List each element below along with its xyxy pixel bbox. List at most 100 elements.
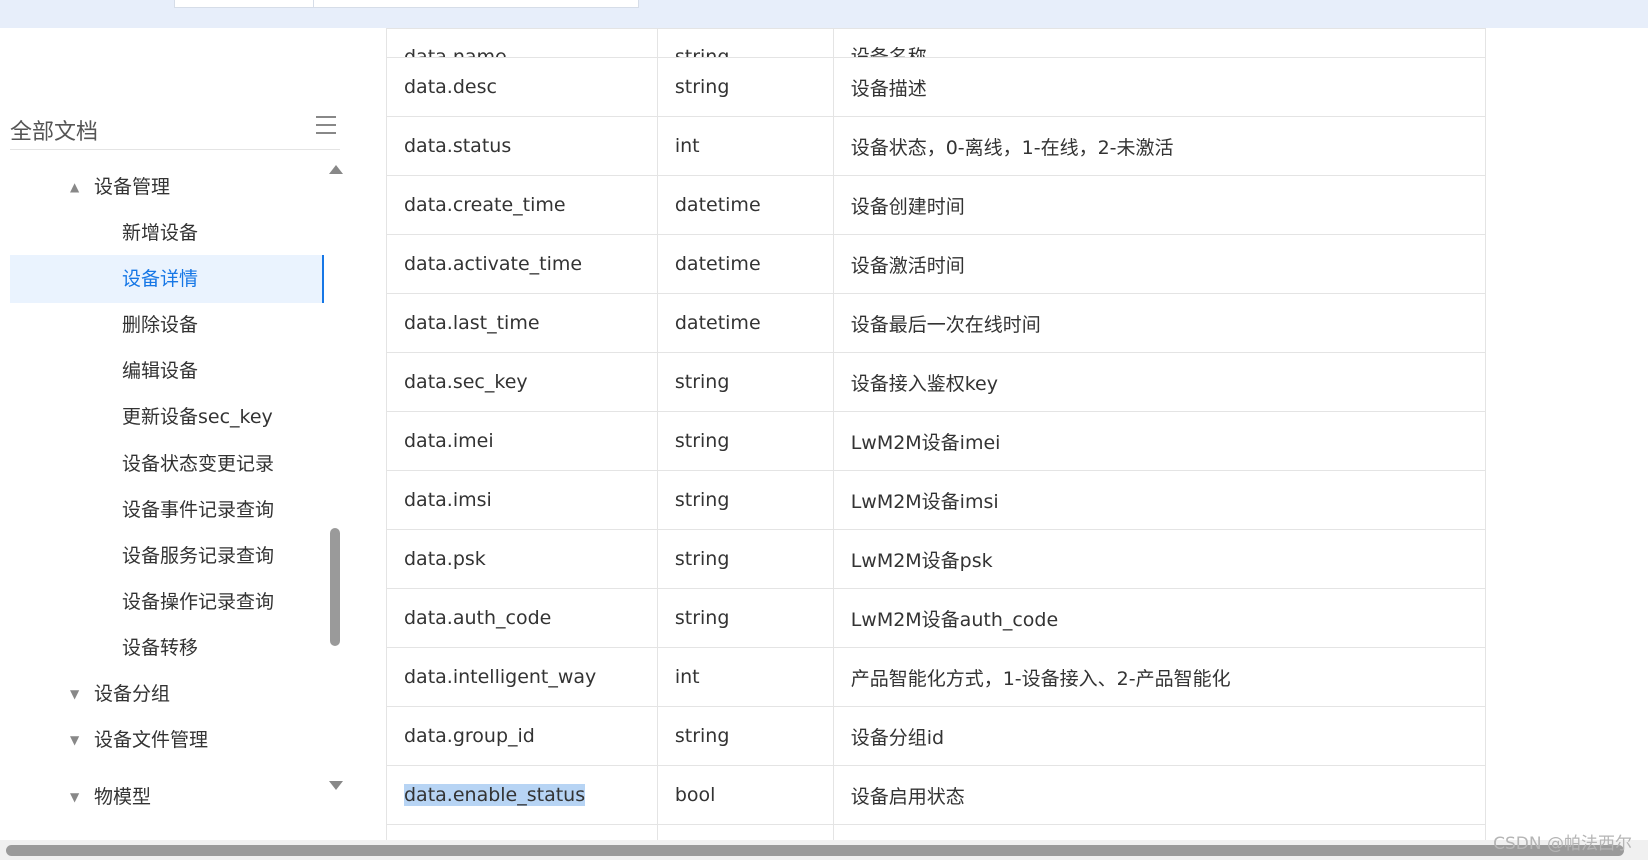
caret-down-icon[interactable]: ▼ — [70, 773, 79, 813]
param-type-cell: string — [656, 28, 834, 58]
watermark: CSDN @帕法西尔 — [1493, 834, 1632, 854]
param-type-cell: datetime — [656, 293, 834, 353]
param-desc-cell: 产品智能化方式，1-设备接入、2-产品智能化 — [832, 647, 1486, 707]
param-desc-cell: 设备创建时间 — [832, 175, 1486, 235]
sidebar-scrollbar[interactable] — [326, 163, 344, 813]
tree-node-event-records[interactable]: 设备事件记录查询 — [10, 486, 324, 534]
tree-node-device-transfer[interactable]: 设备转移 — [10, 624, 324, 672]
sidebar-header: 全部文档 — [10, 100, 340, 150]
tree-node-label: 物模型 — [94, 786, 152, 808]
toolbar-field[interactable] — [174, 0, 314, 8]
tree-node-device-groups[interactable]: ▼ 设备分组 — [10, 670, 324, 718]
tree-node-service-records[interactable]: 设备服务记录查询 — [10, 532, 324, 580]
param-name-cell: data.enable_status — [386, 765, 658, 825]
param-type-cell: string — [656, 57, 834, 117]
param-name-cell: data.status — [386, 116, 658, 176]
toolbar-search-field[interactable] — [313, 0, 639, 8]
param-name-cell — [386, 824, 658, 840]
top-toolbar — [0, 0, 1648, 28]
caret-down-icon[interactable]: ▼ — [70, 670, 79, 718]
table-row: data.last_time datetime 设备最后一次在线时间 — [386, 293, 1486, 353]
param-desc-cell: 设备名称 — [832, 28, 1486, 58]
param-desc-cell: 设备激活时间 — [832, 234, 1486, 294]
table-row: data.imsi string LwM2M设备imsi — [386, 470, 1486, 530]
param-name-cell: data.last_time — [386, 293, 658, 353]
table-row: data.activate_time datetime 设备激活时间 — [386, 234, 1486, 294]
tree-node-label: 设备状态变更记录 — [122, 453, 275, 475]
param-name-cell: data.desc — [386, 57, 658, 117]
tree-node-update-sec-key[interactable]: 更新设备sec_key — [10, 393, 324, 441]
response-params-table: data.name string 设备名称 data.desc string 设… — [386, 28, 1486, 840]
tree-node-label: 设备事件记录查询 — [122, 499, 275, 521]
param-desc-cell: 设备接入鉴权key — [832, 352, 1486, 412]
tree-node-label: 设备详情 — [122, 268, 199, 290]
param-type-cell: string — [656, 352, 834, 412]
horizontal-scroll-thumb[interactable] — [6, 845, 1624, 856]
param-type-cell: string — [656, 470, 834, 530]
caret-up-icon[interactable]: ▲ — [70, 163, 79, 211]
tree-node-label: 设备文件管理 — [94, 729, 209, 751]
tree-node-edit-device[interactable]: 编辑设备 — [10, 347, 324, 395]
param-type-cell: string — [656, 529, 834, 589]
scroll-down-arrow-icon[interactable] — [329, 781, 343, 790]
param-desc-cell: LwM2M设备auth_code — [832, 588, 1486, 648]
horizontal-scrollbar[interactable] — [0, 840, 1648, 860]
param-desc-cell: LwM2M设备imei — [832, 411, 1486, 471]
param-type-cell: datetime — [656, 175, 834, 235]
table-row — [386, 824, 1486, 840]
tree-node-delete-device[interactable]: 删除设备 — [10, 301, 324, 349]
param-name-cell: data.auth_code — [386, 588, 658, 648]
param-name-cell: data.imsi — [386, 470, 658, 530]
param-desc-cell: LwM2M设备imsi — [832, 470, 1486, 530]
tree-node-add-device[interactable]: 新增设备 — [10, 209, 324, 257]
param-name-cell: data.psk — [386, 529, 658, 589]
selected-text[interactable]: data.enable_status — [404, 784, 586, 806]
param-type-cell: string — [656, 706, 834, 766]
param-desc-cell: LwM2M设备psk — [832, 529, 1486, 589]
param-name-cell: data.name — [386, 28, 658, 58]
param-type-cell: string — [656, 411, 834, 471]
table-row: data.name string 设备名称 — [386, 28, 1486, 58]
param-name-cell: data.imei — [386, 411, 658, 471]
param-desc-cell: 设备启用状态 — [832, 765, 1486, 825]
param-desc-cell: 设备最后一次在线时间 — [832, 293, 1486, 353]
table-row: data.desc string 设备描述 — [386, 57, 1486, 117]
table-row: data.intelligent_way int 产品智能化方式，1-设备接入、… — [386, 647, 1486, 707]
param-type-cell: datetime — [656, 234, 834, 294]
tree-node-label: 设备操作记录查询 — [122, 591, 275, 613]
sidebar-scroll-thumb[interactable] — [330, 528, 340, 646]
tree-node-label: 新增设备 — [122, 222, 199, 244]
caret-down-icon[interactable]: ▼ — [70, 716, 79, 764]
tree-node-device-files[interactable]: ▼ 设备文件管理 — [10, 716, 324, 764]
param-type-cell — [656, 824, 834, 840]
param-desc-cell: 设备描述 — [832, 57, 1486, 117]
tree-node-thing-model[interactable]: ▼ 物模型 — [10, 773, 324, 813]
tree-node-operation-records[interactable]: 设备操作记录查询 — [10, 578, 324, 626]
param-type-cell: string — [656, 588, 834, 648]
param-desc-cell: 设备分组id — [832, 706, 1486, 766]
param-name-cell: data.intelligent_way — [386, 647, 658, 707]
scroll-up-arrow-icon[interactable] — [329, 165, 343, 174]
table-row: data.auth_code string LwM2M设备auth_code — [386, 588, 1486, 648]
table-row: data.imei string LwM2M设备imei — [386, 411, 1486, 471]
params-table-container: data.name string 设备名称 data.desc string 设… — [386, 28, 1486, 840]
param-type-cell: bool — [656, 765, 834, 825]
tree-node-label: 更新设备sec_key — [122, 406, 273, 428]
table-row: data.group_id string 设备分组id — [386, 706, 1486, 766]
table-row: data.enable_status bool 设备启用状态 — [386, 765, 1486, 825]
sidebar-title: 全部文档 — [10, 120, 99, 145]
param-name-cell: data.activate_time — [386, 234, 658, 294]
tree-node-label: 删除设备 — [122, 314, 199, 336]
param-name-cell: data.create_time — [386, 175, 658, 235]
hamburger-menu-icon[interactable] — [316, 116, 336, 134]
table-row: data.status int 设备状态，0-离线，1-在线，2-未激活 — [386, 116, 1486, 176]
param-type-cell: int — [656, 647, 834, 707]
tree-node-device-detail[interactable]: 设备详情 — [10, 255, 324, 303]
param-type-cell: int — [656, 116, 834, 176]
tree-node-label: 设备转移 — [122, 637, 199, 659]
param-desc-cell: 设备状态，0-离线，1-在线，2-未激活 — [832, 116, 1486, 176]
tree-node-status-records[interactable]: 设备状态变更记录 — [10, 440, 324, 488]
tree-node-device-management[interactable]: ▲ 设备管理 — [10, 163, 324, 211]
tree-node-label: 设备管理 — [94, 176, 171, 198]
tree-node-label: 编辑设备 — [122, 360, 199, 382]
